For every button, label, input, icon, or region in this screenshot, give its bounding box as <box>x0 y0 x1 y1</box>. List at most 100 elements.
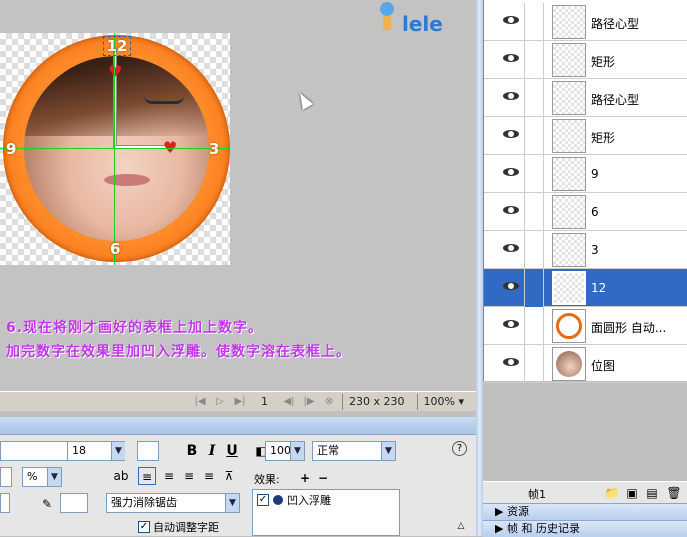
eye-icon[interactable] <box>503 281 519 291</box>
logo: lele <box>370 0 450 40</box>
remove-effect-icon[interactable]: − <box>314 469 332 487</box>
align-center-icon[interactable]: ≡ <box>160 467 178 485</box>
eye-icon[interactable] <box>503 53 519 63</box>
layers-panel: 路径心型 矩形 路径心型 矩形 9 6 3 12 面圆形 自动... 位图 <box>483 0 687 383</box>
leading-dropdown-icon[interactable]: ▼ <box>47 468 61 486</box>
kerning-field[interactable] <box>0 467 12 487</box>
eye-icon[interactable] <box>503 243 519 253</box>
canvas-status-bar: |◀ ▷ ▶| 1 ◀| |▶ ⊗ 230 x 230 100% ▾ <box>0 391 476 411</box>
layer-thumbnail <box>552 119 586 153</box>
align-left-icon[interactable]: ≡ <box>138 467 156 485</box>
layer-row[interactable]: 3 <box>484 231 687 269</box>
frames-history-panel-header[interactable]: ▶ 帧 和 历史记录 <box>483 520 687 537</box>
layer-thumbnail <box>552 271 586 305</box>
font-size-dropdown-icon[interactable]: ▼ <box>111 442 125 460</box>
blend-mode-dropdown-icon[interactable]: ▼ <box>381 442 395 460</box>
layer-row[interactable]: 路径心型 <box>484 79 687 117</box>
layer-name: 矩形 <box>591 131 616 145</box>
mask-icon[interactable]: ▣ <box>623 484 641 502</box>
first-frame-icon[interactable]: |◀ <box>193 396 207 407</box>
layer-thumbnail <box>552 233 586 267</box>
indent-field[interactable] <box>0 493 10 513</box>
properties-panel: ▼ 18 ▼ B I U % ▼ ab ≡ ≡ ≡ ≡ ⊼ ✎ 强力消除锯齿 ▼… <box>0 417 476 536</box>
layer-row[interactable]: 位图 <box>484 345 687 383</box>
layer-thumbnail <box>552 309 586 343</box>
photo-eye <box>144 96 184 104</box>
play-icon[interactable]: ▷ <box>213 396 227 407</box>
stop-icon[interactable]: ⊗ <box>322 396 336 407</box>
layers-footer-bar: 帧1 📁 ▣ ▤ 🗑 <box>483 481 687 503</box>
layer-name: 位图 <box>591 359 616 373</box>
layer-thumbnail <box>552 347 586 381</box>
layer-row[interactable]: 路径心型 <box>484 3 687 41</box>
next-frame-icon[interactable]: |▶ <box>302 396 316 407</box>
frame-number: 1 <box>261 395 269 408</box>
eye-icon[interactable] <box>503 129 519 139</box>
expand-arrow-icon: ▶ <box>495 505 507 518</box>
layer-row[interactable]: 矩形 <box>484 117 687 155</box>
add-effect-icon[interactable]: + <box>296 469 314 487</box>
antialias-dropdown-icon[interactable]: ▼ <box>225 494 239 512</box>
prev-frame-icon[interactable]: ◀| <box>282 396 296 407</box>
assets-panel-header[interactable]: ▶ 资源 <box>483 503 687 520</box>
effect-item[interactable]: ✓ 凹入浮雕 <box>253 490 399 510</box>
eye-icon[interactable] <box>503 357 519 367</box>
mascot-icon <box>376 2 398 32</box>
zoom-level[interactable]: 100% ▾ <box>416 393 470 410</box>
effect-enabled-checkbox[interactable]: ✓ <box>257 494 269 506</box>
layer-name: 12 <box>591 281 607 295</box>
heart-icon: ♥ <box>108 62 123 81</box>
effects-list[interactable]: ✓ 凹入浮雕 <box>252 489 400 536</box>
effect-info-icon[interactable] <box>273 495 283 505</box>
layer-thumbnail <box>552 43 586 77</box>
collapse-panel-icon[interactable]: △ <box>452 517 470 535</box>
italic-button[interactable]: I <box>203 442 221 460</box>
clock-number-3[interactable]: 3 <box>209 140 219 158</box>
clock-number-9[interactable]: 9 <box>6 140 16 158</box>
canvas-area[interactable]: ♥ ♥ 12 3 6 9 lele 6.现在将刚才画好的表框上加上数字。 加完数… <box>0 0 476 391</box>
layer-row[interactable]: 9 <box>484 155 687 193</box>
layer-row[interactable]: 面圆形 自动... <box>484 307 687 345</box>
text-direction-icon[interactable]: ab <box>112 467 130 485</box>
align-right-icon[interactable]: ≡ <box>180 467 198 485</box>
pencil-icon[interactable]: ✎ <box>38 495 56 513</box>
underline-button[interactable]: U <box>223 442 241 460</box>
stroke-color-swatch[interactable] <box>60 493 88 513</box>
eye-icon[interactable] <box>503 91 519 101</box>
frame-label: 帧1 <box>528 488 546 501</box>
panel-divider[interactable] <box>476 0 483 536</box>
tutorial-caption-line1: 6.现在将刚才画好的表框上加上数字。 <box>6 320 264 336</box>
layer-name: 面圆形 自动... <box>591 321 667 335</box>
bold-button[interactable]: B <box>183 442 201 460</box>
layer-row[interactable]: 6 <box>484 193 687 231</box>
clock-number-6[interactable]: 6 <box>110 240 120 258</box>
layer-name: 路径心型 <box>591 17 640 31</box>
stretch-icon[interactable]: ⊼ <box>220 467 238 485</box>
eye-icon[interactable] <box>503 205 519 215</box>
auto-kern-label: 自动调整字距 <box>153 521 219 534</box>
new-folder-icon[interactable]: 📁 <box>603 484 621 502</box>
layer-row-selected[interactable]: 12 <box>484 269 687 307</box>
layer-thumbnail <box>552 5 586 39</box>
help-button[interactable]: ? <box>452 441 467 456</box>
last-frame-icon[interactable]: ▶| <box>233 396 247 407</box>
new-layer-icon[interactable]: ▤ <box>643 484 661 502</box>
trash-icon[interactable]: 🗑 <box>665 484 683 502</box>
layer-row[interactable]: 矩形 <box>484 41 687 79</box>
eye-icon[interactable] <box>503 167 519 177</box>
vertical-guide[interactable] <box>114 33 115 265</box>
antialias-field[interactable]: 强力消除锯齿 <box>106 493 240 513</box>
clock-number-12[interactable]: 12 <box>103 36 131 56</box>
layer-thumbnail <box>552 195 586 229</box>
eye-icon[interactable] <box>503 319 519 329</box>
layer-thumbnail <box>552 81 586 115</box>
properties-title-bar[interactable] <box>0 417 476 435</box>
justify-icon[interactable]: ≡ <box>200 467 218 485</box>
layer-name: 6 <box>591 205 599 219</box>
horizontal-guide[interactable] <box>0 148 230 149</box>
mouse-cursor-icon <box>294 90 314 110</box>
auto-kern-checkbox[interactable]: ✓ <box>138 521 150 533</box>
text-color-swatch[interactable] <box>137 441 159 461</box>
eye-icon[interactable] <box>503 15 519 25</box>
opacity-dropdown-icon[interactable]: ▼ <box>290 442 304 460</box>
